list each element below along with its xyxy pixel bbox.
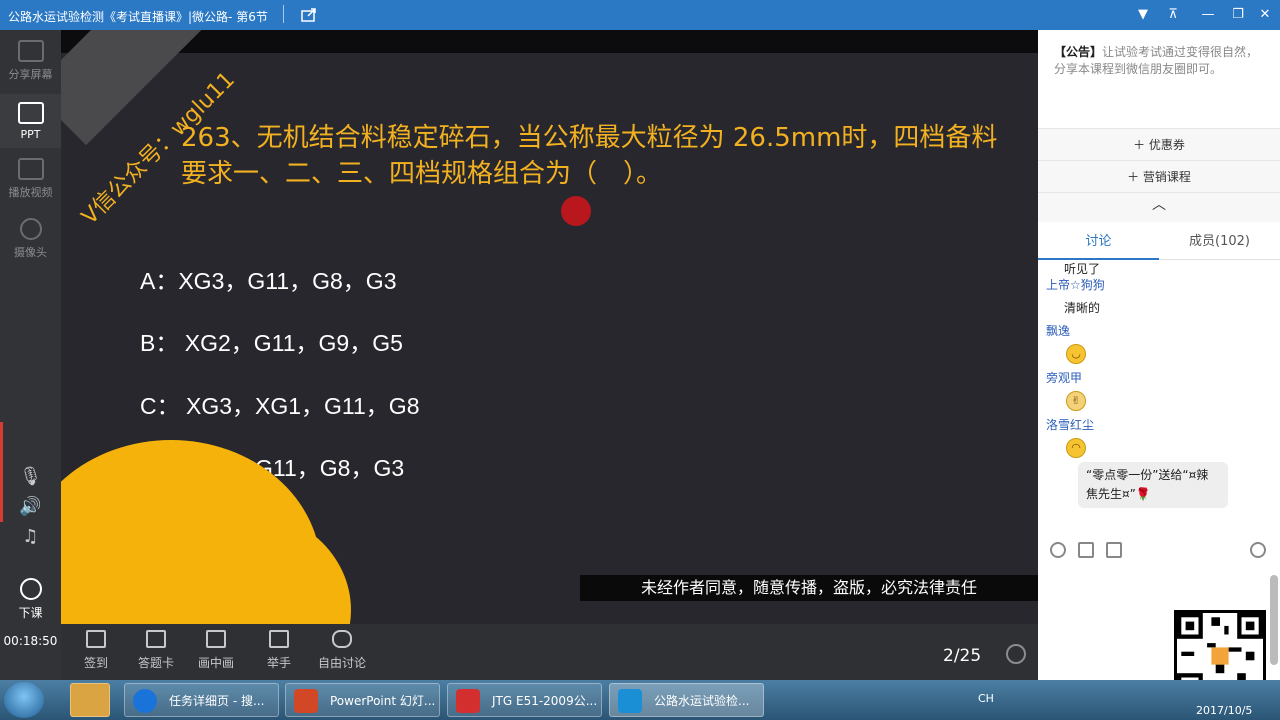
announcement: 【公告】让试验考试通过变得很自然，分享本课程到微信朋友圈即可。 bbox=[1054, 44, 1264, 78]
picture-in-picture-button[interactable]: 画中画 bbox=[186, 630, 246, 671]
picture-in-picture-icon bbox=[206, 630, 226, 648]
gift-message: “零点零一份”送给“¤辣焦先生¤”🌹 bbox=[1078, 462, 1228, 508]
chat-username[interactable]: 飘逸 bbox=[1046, 322, 1070, 339]
end-class-button[interactable]: 下课 bbox=[0, 578, 61, 621]
settings-icon[interactable] bbox=[1250, 542, 1266, 558]
option-a: A：XG3，G11，G8，G3 bbox=[140, 268, 397, 294]
answer-card-button[interactable]: 答题卡 bbox=[126, 630, 186, 671]
chat-message: 清晰的 bbox=[1064, 301, 1101, 315]
taskbar-app-label: 任务详细页 - 搜... bbox=[169, 694, 265, 708]
sidebar-item-play-video[interactable]: 播放视频 bbox=[0, 158, 61, 200]
option-b: B： XG2，G11，G9，G5 bbox=[140, 330, 403, 356]
camera-icon bbox=[19, 218, 42, 240]
sidebar-item-camera[interactable]: 摄像头 bbox=[0, 218, 61, 260]
close-button[interactable]: ✕ bbox=[1256, 6, 1274, 24]
window-title: 公路水运试验检测《考试直播课》|微公路- 第6节 bbox=[8, 10, 268, 24]
victory-emoji-icon: ✌ bbox=[1066, 391, 1086, 411]
minimize-button[interactable]: — bbox=[1199, 6, 1217, 24]
toolbar-label: 签到 bbox=[83, 656, 108, 670]
emoji-icon[interactable] bbox=[1050, 542, 1066, 558]
share-icon[interactable] bbox=[300, 6, 318, 24]
chat-username[interactable]: 洛雪红尘 bbox=[1046, 416, 1094, 433]
scrollbar[interactable] bbox=[1270, 575, 1278, 665]
power-icon bbox=[19, 578, 42, 600]
taskbar-app[interactable]: 任务详细页 - 搜... bbox=[124, 683, 279, 717]
class-timer: 00:18:50 bbox=[3, 634, 58, 648]
tray-language[interactable]: CH bbox=[978, 692, 994, 705]
collapse-chevron-icon[interactable]: ︿ bbox=[1038, 192, 1280, 222]
question-text: 263、无机结合料稳定碎石，当公称最大粒径为 26.5mm时，四档备料要求一、二… bbox=[181, 123, 998, 189]
power-icon[interactable] bbox=[1006, 644, 1026, 664]
chat-message: 听见了 bbox=[1064, 262, 1101, 276]
scissors-icon[interactable] bbox=[1078, 542, 1094, 558]
share-screen-icon bbox=[17, 40, 44, 62]
page-indicator: 2/25 bbox=[943, 646, 982, 666]
sidebar-item-ppt[interactable]: PPT bbox=[0, 94, 61, 148]
taskbar-app[interactable]: JTG E51-2009公... bbox=[447, 683, 602, 717]
pin-icon[interactable]: ⊼ bbox=[1164, 6, 1182, 24]
dropdown-icon[interactable]: ▼ bbox=[1134, 6, 1152, 24]
music-icon[interactable]: ♫ bbox=[0, 526, 61, 547]
left-sidebar: 分享屏幕 PPT 播放视频 摄像头 🎙 🔊 ♫ 下课 00:18:50 bbox=[0, 30, 61, 680]
checkin-button[interactable]: 签到 bbox=[66, 630, 126, 671]
chat-toolbar bbox=[1038, 536, 1280, 564]
image-icon[interactable] bbox=[1106, 542, 1122, 558]
coupon-button[interactable]: ＋ 优惠券 bbox=[1038, 128, 1280, 160]
checkin-icon bbox=[86, 630, 106, 648]
bottom-toolbar: 签到 答题卡 画中画 举手 自由讨论 2/25 bbox=[61, 624, 1038, 680]
window-titlebar: 公路水运试验检测《考试直播课》|微公路- 第6节 ▼ ⊼ — ❐ ✕ bbox=[0, 0, 1280, 30]
free-discussion-button[interactable]: 自由讨论 bbox=[312, 630, 372, 671]
start-button[interactable] bbox=[4, 682, 44, 718]
powerpoint-icon bbox=[294, 689, 318, 713]
free-discussion-icon bbox=[332, 630, 352, 648]
microphone-icon[interactable]: 🎙 bbox=[0, 466, 61, 487]
tab-members[interactable]: 成员(102) bbox=[1159, 224, 1280, 260]
taskbar-app[interactable]: 公路水运试验检... bbox=[609, 683, 764, 717]
chat-username[interactable]: 旁观甲 bbox=[1046, 369, 1082, 386]
sidebar-label: 分享屏幕 bbox=[8, 68, 53, 81]
sidebar-label: 播放视频 bbox=[8, 186, 53, 199]
answer-card-icon bbox=[146, 630, 166, 648]
sidebar-item-share-screen[interactable]: 分享屏幕 bbox=[0, 40, 61, 82]
end-class-label: 下课 bbox=[18, 606, 43, 620]
play-video-icon bbox=[17, 158, 44, 180]
chat-list: 听见了 上帝☆狗狗 清晰的 飘逸 ◡ 旁观甲 ✌ 洛雪红尘 ◠ “零点零一份”送… bbox=[1038, 262, 1280, 532]
taskbar-app[interactable]: PowerPoint 幻灯... bbox=[285, 683, 440, 717]
file-explorer-icon[interactable] bbox=[70, 683, 110, 717]
toolbar-label: 举手 bbox=[266, 656, 291, 670]
right-panel: 【公告】让试验考试通过变得很自然，分享本课程到微信朋友圈即可。 ＋ 优惠券 ＋ … bbox=[1038, 30, 1280, 702]
marketing-course-button[interactable]: ＋ 营销课程 bbox=[1038, 160, 1280, 192]
pointer-dot bbox=[561, 196, 591, 226]
ppt-icon bbox=[17, 102, 44, 124]
sogou-browser-icon bbox=[133, 689, 157, 713]
copyright-warning: 未经作者同意，随意传播，盗版，必究法律责任 bbox=[580, 575, 1038, 601]
live-class-icon bbox=[618, 689, 642, 713]
raise-hand-button[interactable]: 举手 bbox=[249, 630, 309, 671]
taskbar-app-label: PowerPoint 幻灯... bbox=[330, 694, 436, 708]
sidebar-label: 摄像头 bbox=[14, 246, 47, 259]
announcement-label: 【公告】 bbox=[1054, 45, 1103, 59]
raise-hand-icon bbox=[269, 630, 289, 648]
toolbar-label: 画中画 bbox=[197, 656, 234, 670]
speaker-icon[interactable]: 🔊 bbox=[0, 496, 61, 517]
slide-area: V信公众号：wglu11 263、无机结合料稳定碎石，当公称最大粒径为 26.5… bbox=[61, 30, 1038, 624]
grin-emoji-icon: ◠ bbox=[1066, 438, 1086, 458]
chat-tabs: 讨论 成员(102) bbox=[1038, 224, 1280, 260]
toolbar-label: 答题卡 bbox=[137, 656, 174, 670]
taskbar-app-label: JTG E51-2009公... bbox=[492, 694, 598, 708]
tab-discussion[interactable]: 讨论 bbox=[1038, 224, 1159, 260]
tray-clock-date[interactable]: 2017/10/5 bbox=[1196, 704, 1252, 717]
option-c: C： XG3，XG1，G11，G8 bbox=[140, 393, 420, 419]
toolbar-label: 自由讨论 bbox=[317, 656, 366, 670]
windows-taskbar: 任务详细页 - 搜... PowerPoint 幻灯... JTG E51-20… bbox=[0, 680, 1280, 720]
slide-top-strip bbox=[61, 30, 1038, 53]
sidebar-label: PPT bbox=[20, 128, 41, 141]
pdf-icon bbox=[456, 689, 480, 713]
taskbar-app-label: 公路水运试验检... bbox=[654, 694, 750, 708]
restore-button[interactable]: ❐ bbox=[1229, 6, 1247, 24]
smile-emoji-icon: ◡ bbox=[1066, 344, 1086, 364]
title-separator bbox=[283, 5, 284, 23]
chat-username[interactable]: 上帝☆狗狗 bbox=[1046, 276, 1105, 293]
